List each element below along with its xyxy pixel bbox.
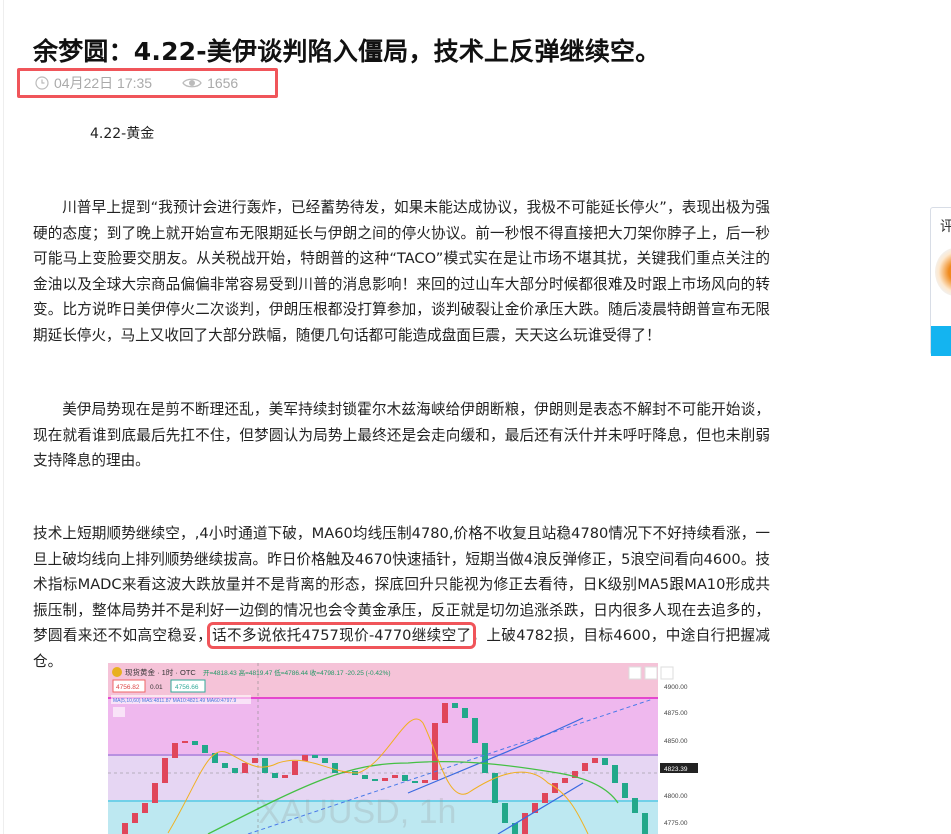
candle	[242, 763, 248, 773]
candle	[362, 775, 368, 779]
ma-legend: MA(5,10,60) MA5:4811.87 MA10:4821.49 MA6…	[113, 698, 237, 704]
candle	[302, 755, 308, 761]
divider	[3, 0, 4, 834]
candle	[402, 775, 408, 781]
price-tick: 4850.00	[664, 738, 688, 745]
clock-icon	[35, 76, 49, 90]
candle	[622, 783, 628, 798]
side-comment-widget[interactable]: 评	[930, 207, 951, 356]
current-price-label: 4823.39	[664, 766, 688, 773]
comment-label: 评	[940, 219, 951, 235]
candle	[642, 813, 648, 834]
candle	[462, 708, 468, 718]
candle	[372, 779, 378, 781]
candle	[192, 741, 198, 745]
article-subtitle: 4.22-黄金	[90, 126, 155, 142]
sell-price: 4756.82	[116, 684, 140, 691]
candle	[592, 758, 598, 763]
candle	[182, 741, 188, 743]
candle	[452, 703, 458, 708]
candle	[562, 778, 568, 783]
article-title: 余梦圆：4.22-美伊谈判陷入僵局，技术上反弹继续空。	[33, 37, 661, 66]
brand-logo-icon	[935, 248, 951, 296]
buy-price: 4756.66	[175, 684, 199, 691]
paragraph-1: 川普早上提到“我预计会进行轰炸，已经蓄势待发，如果未能达成协议，我极不可能延长停…	[33, 199, 770, 344]
chat-button[interactable]	[931, 326, 951, 356]
candle	[232, 768, 238, 773]
candle	[502, 803, 508, 823]
price-tick: 4900.00	[664, 684, 688, 691]
candle	[222, 763, 228, 768]
candle	[612, 765, 618, 783]
candle	[392, 775, 398, 778]
candle	[602, 758, 608, 765]
candle	[272, 773, 278, 778]
candle	[312, 755, 318, 758]
candle	[162, 758, 168, 783]
eye-icon	[182, 78, 202, 88]
view-count: 1656	[207, 75, 239, 91]
price-tick: 4800.00	[664, 793, 688, 800]
candle	[582, 763, 588, 771]
spread: 0.01	[150, 684, 163, 691]
publish-date: 04月22日 17:35	[54, 75, 153, 91]
candle	[422, 780, 428, 783]
candle	[382, 778, 388, 781]
article-meta: 04月22日 17:35 1656	[17, 68, 278, 98]
candle	[202, 745, 208, 753]
candle	[292, 761, 298, 775]
price-tick: 4875.00	[664, 710, 688, 717]
highlighted-trade-call: 话不多说依托4757现价-4770继续空了	[207, 622, 477, 650]
candle	[122, 823, 128, 834]
candle	[552, 783, 558, 793]
candle	[262, 758, 268, 773]
chart-symbol: 现货黄金 · 1时 · OTC	[125, 667, 196, 677]
chart-watermark: XAUUSD, 1h	[258, 793, 456, 831]
candle	[632, 798, 638, 813]
candle	[252, 758, 258, 763]
paragraph-3: 技术上短期顺势继续空，,4小时通道下破，MA60均线压制4780,价格不收复且站…	[33, 521, 770, 675]
candle	[412, 781, 418, 783]
paragraph-2: 美伊局势现在是剪不断理还乱，美军持续封锁霍尔木兹海峡给伊朗断粮，伊朗则是表态不解…	[33, 401, 770, 470]
candle	[152, 783, 158, 803]
chart-toolbar	[628, 666, 674, 680]
candle	[282, 775, 288, 778]
price-tick: 4775.00	[664, 820, 688, 827]
candle	[482, 743, 488, 773]
candle	[322, 758, 328, 763]
candle	[172, 743, 178, 758]
gold-chart-image: XAUUSD, 1h 现货黄金 · 1时 · OTC 开=4818.43 高=4…	[108, 663, 698, 834]
candle	[142, 803, 148, 813]
candle	[472, 718, 478, 743]
candle	[542, 793, 548, 803]
candle	[332, 763, 338, 773]
candle	[442, 703, 448, 723]
chart-ohlc: 开=4818.43 高=4819.47 低=4786.44 收=4798.17 …	[203, 668, 391, 677]
candle	[132, 813, 138, 823]
